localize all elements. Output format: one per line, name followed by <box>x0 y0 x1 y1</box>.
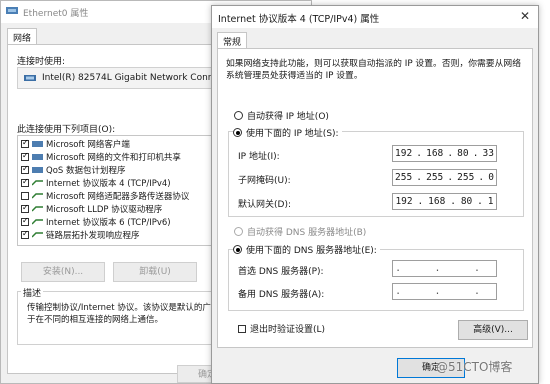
ipv4-properties-dialog: Internet 协议版本 4 (TCP/IPv4) 属性 ✕ 常规 如果网络支… <box>211 5 539 384</box>
list-item-label: Microsoft LLDP 协议驱动程序 <box>46 205 163 215</box>
protocol-icon <box>31 205 43 213</box>
uninstall-button[interactable]: 卸载(U) <box>113 262 197 282</box>
close-icon[interactable]: ✕ <box>515 8 535 24</box>
validate-option[interactable]: 退出时验证设置(L) <box>238 322 325 335</box>
preferred-dns-field[interactable]: . . . <box>392 260 497 277</box>
subnet-octet: 255 <box>426 172 444 183</box>
use-ip-label: 使用下面的 IP 地址(S): <box>246 129 339 139</box>
protocol-icon <box>31 218 43 226</box>
gateway-field[interactable]: 192. 168. 80. 1 <box>392 193 497 210</box>
list-item-label: QoS 数据包计划程序 <box>46 166 126 176</box>
ip-octet: 168 <box>426 148 444 159</box>
network-client-icon <box>32 140 43 148</box>
ip-address-label: IP 地址(I): <box>238 152 280 162</box>
ip-octet: 80 <box>457 148 469 159</box>
checkbox[interactable] <box>21 229 29 239</box>
auto-dns-option[interactable]: 自动获得 DNS 服务器地址(B) <box>234 225 366 238</box>
description-label: 描述 <box>21 286 44 299</box>
subnet-field[interactable]: 255. 255. 255. 0 <box>392 169 497 186</box>
connect-using-label: 连接时使用: <box>17 57 66 67</box>
use-dns-option[interactable]: 使用下面的 DNS 服务器地址(E): <box>233 243 380 256</box>
list-item[interactable]: Microsoft 网络适配器多路传送器协议 <box>21 190 189 202</box>
use-dns-label: 使用下面的 DNS 服务器地址(E): <box>246 246 377 256</box>
list-item-label: Internet 协议版本 6 (TCP/IPv6) <box>46 218 171 228</box>
use-dns-radio[interactable] <box>233 245 242 254</box>
subnet-octet: 0 <box>488 172 494 183</box>
checkbox[interactable] <box>21 203 29 213</box>
list-item-label: Microsoft 网络适配器多路传送器协议 <box>46 192 190 202</box>
preferred-dns-label: 首选 DNS 服务器(P): <box>238 267 324 277</box>
checkbox[interactable] <box>21 216 29 226</box>
gateway-octet: 168 <box>428 196 446 207</box>
list-item[interactable]: Microsoft 网络客户端 <box>21 138 130 150</box>
list-item-label: 链路层拓扑发现响应程序 <box>46 231 140 241</box>
auto-ip-option[interactable]: 自动获得 IP 地址(O) <box>234 109 329 122</box>
intro-text: 如果网络支持此功能，则可以获取自动指派的 IP 设置。否则，你需要从网络 系统管… <box>226 59 521 81</box>
protocol-icon <box>31 231 43 239</box>
use-ip-option[interactable]: 使用下面的 IP 地址(S): <box>233 126 342 139</box>
auto-dns-radio[interactable] <box>234 227 243 236</box>
list-item[interactable]: QoS 数据包计划程序 <box>21 164 126 176</box>
gateway-label: 默认网关(D): <box>238 200 291 210</box>
adapter-name: Intel(R) 82574L Gigabit Network Conne <box>42 73 220 83</box>
list-item[interactable]: Microsoft LLDP 协议驱动程序 <box>21 203 162 215</box>
gateway-octet: 80 <box>460 196 473 207</box>
subnet-octet: 255 <box>457 172 475 183</box>
protocol-icon <box>31 192 43 200</box>
list-item[interactable]: Microsoft 网络的文件和打印机共享 <box>21 151 181 163</box>
validate-checkbox[interactable] <box>238 324 246 333</box>
ip-octet: 192 <box>395 148 413 159</box>
auto-ip-radio[interactable] <box>234 111 243 120</box>
install-button[interactable]: 安装(N)... <box>21 262 105 282</box>
checkbox[interactable] <box>21 192 29 200</box>
gateway-octet: 192 <box>395 196 413 207</box>
list-item-label: Microsoft 网络客户端 <box>46 140 130 150</box>
watermark: @51CTO博客 <box>436 360 513 374</box>
list-item[interactable]: 链路层拓扑发现响应程序 <box>21 229 140 241</box>
use-ip-radio[interactable] <box>233 128 242 137</box>
dialog-title: Internet 协议版本 4 (TCP/IPv4) 属性 <box>218 14 380 25</box>
network-service-icon <box>32 153 43 161</box>
gateway-octet: 1 <box>487 196 494 207</box>
checkbox[interactable] <box>21 177 29 187</box>
window-title: Ethernet0 属性 <box>23 9 89 19</box>
protocol-icon <box>31 179 43 187</box>
list-item[interactable]: Internet 协议版本 6 (TCP/IPv6) <box>21 216 171 228</box>
list-item-selected[interactable]: Internet 协议版本 4 (TCP/IPv4) <box>21 177 171 189</box>
subnet-label: 子网掩码(U): <box>238 176 291 186</box>
items-label: 此连接使用下列项目(O): <box>17 125 116 135</box>
alternate-dns-field[interactable]: . . . <box>392 283 497 300</box>
checkbox[interactable] <box>21 138 29 148</box>
alternate-dns-label: 备用 DNS 服务器(A): <box>238 290 325 300</box>
network-adapter-icon <box>6 6 18 16</box>
ip-address-field[interactable]: 192. 168. 80. 33 <box>392 145 497 162</box>
checkbox[interactable] <box>21 151 29 161</box>
auto-ip-label: 自动获得 IP 地址(O) <box>247 112 329 122</box>
dns-group <box>228 249 524 311</box>
subnet-octet: 255 <box>395 172 413 183</box>
list-item-label: Microsoft 网络的文件和打印机共享 <box>46 153 181 163</box>
validate-label: 退出时验证设置(L) <box>250 325 326 335</box>
advanced-button[interactable]: 高级(V)... <box>458 320 528 340</box>
qos-icon <box>32 166 43 174</box>
adapter-icon <box>24 74 36 86</box>
list-item-label: Internet 协议版本 4 (TCP/IPv4) <box>46 179 171 189</box>
auto-dns-label: 自动获得 DNS 服务器地址(B) <box>247 228 367 238</box>
checkbox[interactable] <box>21 164 29 174</box>
ip-octet: 33 <box>482 148 494 159</box>
